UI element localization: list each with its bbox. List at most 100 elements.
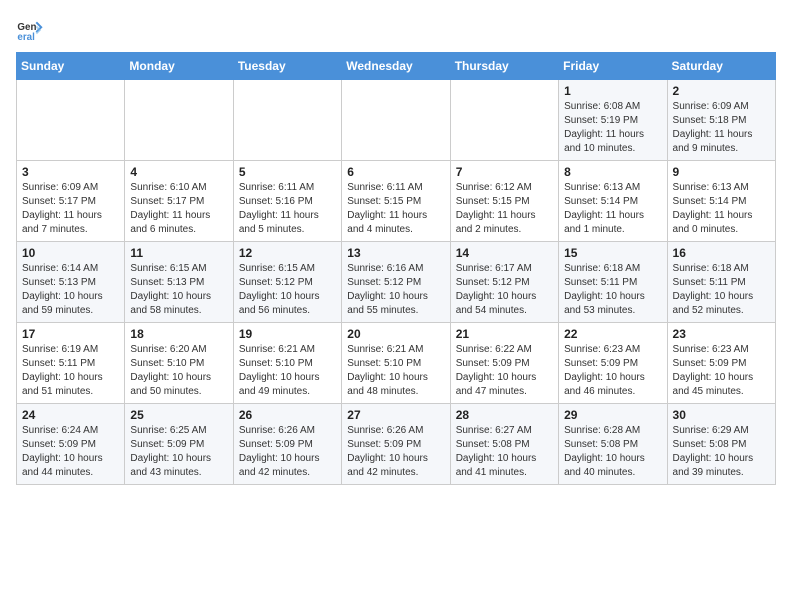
day-info: Sunrise: 6:12 AMSunset: 5:15 PMDaylight:… [456,181,553,237]
day-number: 9 [673,165,770,179]
day-info: Sunrise: 6:11 AMSunset: 5:16 PMDaylight:… [239,181,336,237]
calendar-cell: 20 Sunrise: 6:21 AMSunset: 5:10 PMDayligh… [342,323,450,404]
calendar-cell: 11Sunrise: 6:15 AMSunset: 5:13 PMDayligh… [125,242,233,323]
day-header-thursday: Thursday [450,53,558,80]
day-number: 15 [564,246,661,260]
day-info: Sunrise: 6:25 AMSunset: 5:09 PMDaylight:… [130,424,227,480]
day-info: Sunrise: 6:19 AMSunset: 5:11 PMDaylight:… [22,343,119,399]
day-number: 20 [347,327,444,341]
calendar-cell: 8 Sunrise: 6:13 AMSunset: 5:14 PMDaylight… [559,161,667,242]
calendar-cell [125,80,233,161]
calendar-week-row: 3 Sunrise: 6:09 AMSunset: 5:17 PMDaylight… [17,161,776,242]
day-info: Sunrise: 6:13 AMSunset: 5:14 PMDaylight:… [673,181,770,237]
day-number: 14 [456,246,553,260]
calendar-table: SundayMondayTuesdayWednesdayThursdayFrid… [16,52,776,485]
day-info: Sunrise: 6:15 AMSunset: 5:13 PMDaylight:… [130,262,227,318]
calendar-cell: 18Sunrise: 6:20 AMSunset: 5:10 PMDayligh… [125,323,233,404]
calendar-cell: 3 Sunrise: 6:09 AMSunset: 5:17 PMDaylight… [17,161,125,242]
calendar-cell: 25 Sunrise: 6:25 AMSunset: 5:09 PMDayligh… [125,404,233,485]
day-header-saturday: Saturday [667,53,775,80]
calendar-week-row: 10 Sunrise: 6:14 AMSunset: 5:13 PMDayligh… [17,242,776,323]
calendar-cell: 30 Sunrise: 6:29 AMSunset: 5:08 PMDayligh… [667,404,775,485]
day-info: Sunrise: 6:23 AMSunset: 5:09 PMDaylight:… [564,343,661,399]
day-number: 2 [673,84,770,98]
calendar-cell: 17 Sunrise: 6:19 AMSunset: 5:11 PMDayligh… [17,323,125,404]
day-number: 10 [22,246,119,260]
calendar-cell: 9 Sunrise: 6:13 AMSunset: 5:14 PMDaylight… [667,161,775,242]
day-info: Sunrise: 6:16 AMSunset: 5:12 PMDaylight:… [347,262,444,318]
calendar-cell: 16 Sunrise: 6:18 AMSunset: 5:11 PMDayligh… [667,242,775,323]
day-number: 28 [456,408,553,422]
day-number: 27 [347,408,444,422]
calendar-cell [450,80,558,161]
day-info: Sunrise: 6:23 AMSunset: 5:09 PMDaylight:… [673,343,770,399]
day-number: 19 [239,327,336,341]
day-info: Sunrise: 6:26 AMSunset: 5:09 PMDaylight:… [239,424,336,480]
calendar-cell: 10 Sunrise: 6:14 AMSunset: 5:13 PMDayligh… [17,242,125,323]
day-number: 21 [456,327,553,341]
day-header-sunday: Sunday [17,53,125,80]
day-info: Sunrise: 6:18 AMSunset: 5:11 PMDaylight:… [564,262,661,318]
day-info: Sunrise: 6:10 AMSunset: 5:17 PMDaylight:… [130,181,227,237]
day-number: 3 [22,165,119,179]
day-info: Sunrise: 6:24 AMSunset: 5:09 PMDaylight:… [22,424,119,480]
day-info: Sunrise: 6:21 AMSunset: 5:10 PMDaylight:… [239,343,336,399]
day-info: Sunrise: 6:11 AMSunset: 5:15 PMDaylight:… [347,181,444,237]
day-number: 24 [22,408,119,422]
day-number: 30 [673,408,770,422]
calendar-cell: 28 Sunrise: 6:27 AMSunset: 5:08 PMDayligh… [450,404,558,485]
day-info: Sunrise: 6:29 AMSunset: 5:08 PMDaylight:… [673,424,770,480]
day-info: Sunrise: 6:15 AMSunset: 5:12 PMDaylight:… [239,262,336,318]
calendar-cell: 21Sunrise: 6:22 AMSunset: 5:09 PMDayligh… [450,323,558,404]
day-number: 5 [239,165,336,179]
day-number: 13 [347,246,444,260]
day-number: 22 [564,327,661,341]
calendar-cell: 12 Sunrise: 6:15 AMSunset: 5:12 PMDayligh… [233,242,341,323]
calendar-cell: 6Sunrise: 6:11 AMSunset: 5:15 PMDaylight… [342,161,450,242]
day-number: 23 [673,327,770,341]
day-number: 12 [239,246,336,260]
day-number: 17 [22,327,119,341]
day-info: Sunrise: 6:08 AMSunset: 5:19 PMDaylight:… [564,100,661,156]
calendar-week-row: 1Sunrise: 6:08 AMSunset: 5:19 PMDaylight… [17,80,776,161]
day-number: 8 [564,165,661,179]
calendar-cell: 29 Sunrise: 6:28 AMSunset: 5:08 PMDayligh… [559,404,667,485]
calendar-cell: 5 Sunrise: 6:11 AMSunset: 5:16 PMDaylight… [233,161,341,242]
day-info: Sunrise: 6:14 AMSunset: 5:13 PMDaylight:… [22,262,119,318]
calendar-cell [342,80,450,161]
day-info: Sunrise: 6:17 AMSunset: 5:12 PMDaylight:… [456,262,553,318]
calendar-cell: 1Sunrise: 6:08 AMSunset: 5:19 PMDaylight… [559,80,667,161]
day-info: Sunrise: 6:13 AMSunset: 5:14 PMDaylight:… [564,181,661,237]
calendar-cell: 22 Sunrise: 6:23 AMSunset: 5:09 PMDayligh… [559,323,667,404]
day-number: 29 [564,408,661,422]
day-info: Sunrise: 6:09 AMSunset: 5:18 PMDaylight:… [673,100,770,156]
calendar-cell [17,80,125,161]
logo: Gen eral [16,16,48,44]
calendar-cell: 13 Sunrise: 6:16 AMSunset: 5:12 PMDayligh… [342,242,450,323]
calendar-week-row: 17 Sunrise: 6:19 AMSunset: 5:11 PMDayligh… [17,323,776,404]
calendar-cell: 26Sunrise: 6:26 AMSunset: 5:09 PMDayligh… [233,404,341,485]
day-info: Sunrise: 6:28 AMSunset: 5:08 PMDaylight:… [564,424,661,480]
calendar-cell: 7 Sunrise: 6:12 AMSunset: 5:15 PMDaylight… [450,161,558,242]
calendar-header-row: SundayMondayTuesdayWednesdayThursdayFrid… [17,53,776,80]
day-info: Sunrise: 6:26 AMSunset: 5:09 PMDaylight:… [347,424,444,480]
day-info: Sunrise: 6:18 AMSunset: 5:11 PMDaylight:… [673,262,770,318]
calendar-cell: 23 Sunrise: 6:23 AMSunset: 5:09 PMDayligh… [667,323,775,404]
day-header-wednesday: Wednesday [342,53,450,80]
logo-icon: Gen eral [16,16,44,44]
day-number: 7 [456,165,553,179]
calendar-cell: 14 Sunrise: 6:17 AMSunset: 5:12 PMDayligh… [450,242,558,323]
calendar-week-row: 24 Sunrise: 6:24 AMSunset: 5:09 PMDayligh… [17,404,776,485]
day-info: Sunrise: 6:09 AMSunset: 5:17 PMDaylight:… [22,181,119,237]
calendar-cell: 4Sunrise: 6:10 AMSunset: 5:17 PMDaylight… [125,161,233,242]
day-info: Sunrise: 6:27 AMSunset: 5:08 PMDaylight:… [456,424,553,480]
calendar-cell [233,80,341,161]
day-number: 25 [130,408,227,422]
day-info: Sunrise: 6:21 AMSunset: 5:10 PMDaylight:… [347,343,444,399]
calendar-cell: 2 Sunrise: 6:09 AMSunset: 5:18 PMDaylight… [667,80,775,161]
day-number: 18 [130,327,227,341]
calendar-cell: 24 Sunrise: 6:24 AMSunset: 5:09 PMDayligh… [17,404,125,485]
calendar-cell: 19 Sunrise: 6:21 AMSunset: 5:10 PMDayligh… [233,323,341,404]
day-header-friday: Friday [559,53,667,80]
day-number: 16 [673,246,770,260]
